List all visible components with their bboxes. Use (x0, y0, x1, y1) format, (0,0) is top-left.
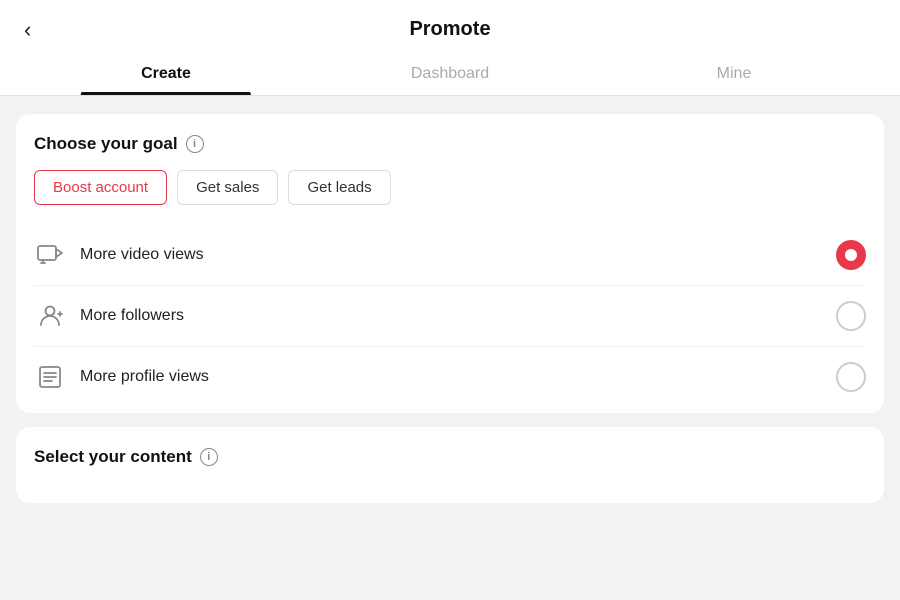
person-icon (34, 300, 66, 332)
goal-title-text: Choose your goal (34, 134, 178, 154)
video-views-radio[interactable] (836, 240, 866, 270)
promote-screen: ‹ Promote Create Dashboard Mine Choose y… (0, 0, 900, 600)
tab-mine[interactable]: Mine (592, 55, 876, 95)
main-content: Choose your goal i Boost account Get sal… (0, 96, 900, 600)
video-icon (34, 239, 66, 271)
content-info-icon[interactable]: i (200, 448, 218, 466)
followers-label: More followers (80, 307, 822, 325)
content-title-text: Select your content (34, 447, 192, 467)
goal-info-icon[interactable]: i (186, 135, 204, 153)
video-views-label: More video views (80, 246, 822, 264)
header: ‹ Promote Create Dashboard Mine (0, 0, 900, 96)
goal-card-title: Choose your goal i (34, 134, 866, 154)
page-title: Promote (409, 18, 490, 41)
list-icon (34, 361, 66, 393)
option-profile-views[interactable]: More profile views (34, 347, 866, 393)
goal-buttons-group: Boost account Get sales Get leads (34, 170, 866, 205)
profile-views-radio[interactable] (836, 362, 866, 392)
tab-create[interactable]: Create (24, 55, 308, 95)
get-leads-button[interactable]: Get leads (288, 170, 390, 205)
header-top: ‹ Promote (24, 18, 876, 41)
get-sales-button[interactable]: Get sales (177, 170, 278, 205)
goal-card: Choose your goal i Boost account Get sal… (16, 114, 884, 413)
content-card: Select your content i (16, 427, 884, 503)
option-followers[interactable]: More followers (34, 286, 866, 347)
tab-bar: Create Dashboard Mine (24, 55, 876, 95)
followers-radio[interactable] (836, 301, 866, 331)
boost-account-button[interactable]: Boost account (34, 170, 167, 205)
tab-dashboard[interactable]: Dashboard (308, 55, 592, 95)
content-card-title: Select your content i (34, 447, 866, 467)
back-button[interactable]: ‹ (24, 19, 31, 41)
option-video-views[interactable]: More video views (34, 225, 866, 286)
profile-views-label: More profile views (80, 368, 822, 386)
